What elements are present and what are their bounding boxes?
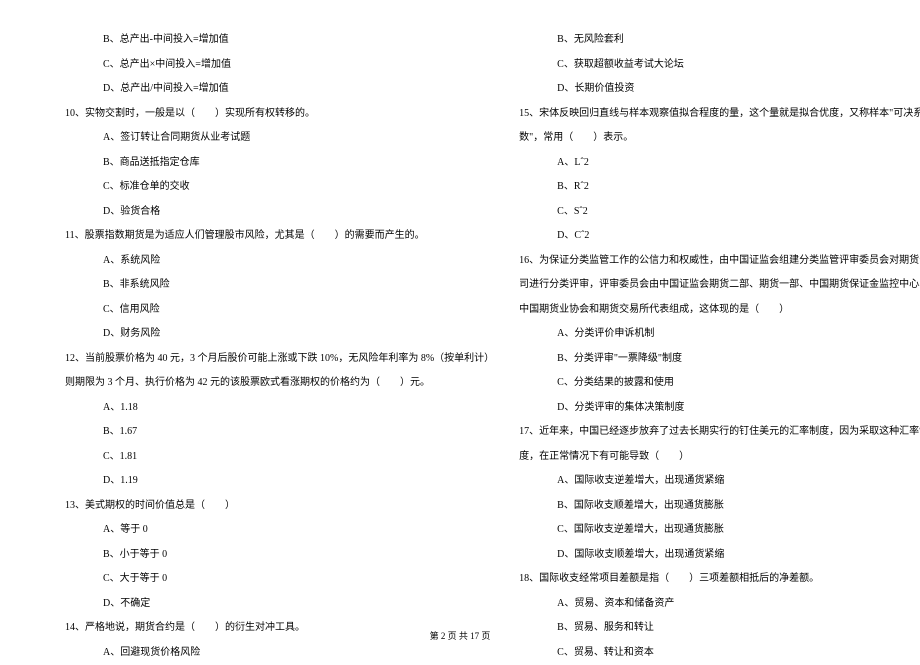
q9-option-b: B、总产出-中间投入=增加值 [65, 28, 494, 53]
q16-option-a: A、分类评价申诉机制 [519, 322, 920, 347]
q13-option-d: D、不确定 [65, 592, 494, 617]
q10-option-c: C、标准仓单的交收 [65, 175, 494, 200]
left-column: B、总产出-中间投入=增加值 C、总产出×中间投入=增加值 D、总产出/中间投入… [0, 28, 494, 665]
q12-text: 12、当前股票价格为 40 元，3 个月后股价可能上涨或下跌 10%，无风险年利… [65, 347, 494, 372]
q12-option-a: A、1.18 [65, 396, 494, 421]
q10-option-d: D、验货合格 [65, 200, 494, 225]
q16-text: 16、为保证分类监管工作的公信力和权威性，由中国证监会组建分类监管评审委员会对期… [519, 249, 920, 274]
page-container: B、总产出-中间投入=增加值 C、总产出×中间投入=增加值 D、总产出/中间投入… [0, 28, 920, 665]
q15-text: 15、宋体反映回归直线与样本观察值拟合程度的量，这个量就是拟合优度，又称样本"可… [519, 102, 920, 127]
q15-option-b: B、Rˆ2 [519, 175, 920, 200]
right-column: B、无风险套利 C、获取超额收益考试大论坛 D、长期价值投资 15、宋体反映回归… [519, 28, 920, 665]
q16-option-d: D、分类评审的集体决策制度 [519, 396, 920, 421]
q12-option-d: D、1.19 [65, 469, 494, 494]
q13-text: 13、美式期权的时间价值总是（ ） [65, 494, 494, 519]
page-footer: 第 2 页 共 17 页 [0, 629, 920, 642]
q11-option-a: A、系统风险 [65, 249, 494, 274]
q11-option-c: C、信用风险 [65, 298, 494, 323]
q12-option-b: B、1.67 [65, 420, 494, 445]
q16-option-c: C、分类结果的披露和使用 [519, 371, 920, 396]
q15-option-c: C、Sˆ2 [519, 200, 920, 225]
q13-option-c: C、大于等于 0 [65, 567, 494, 592]
q14-option-a: A、回避现货价格风险 [65, 641, 494, 665]
q16-continuation-1: 司进行分类评审，评审委员会由中国证监会期货二部、期货一部、中国期货保证金监控中心… [519, 273, 920, 298]
q17-option-d: D、国际收支顺差增大，出现通货紧缩 [519, 543, 920, 568]
q11-option-b: B、非系统风险 [65, 273, 494, 298]
q9-option-c: C、总产出×中间投入=增加值 [65, 53, 494, 78]
q17-option-a: A、国际收支逆差增大，出现通货紧缩 [519, 469, 920, 494]
q15-continuation: 数"，常用（ ）表示。 [519, 126, 920, 151]
q10-text: 10、实物交割时，一般是以（ ）实现所有权转移的。 [65, 102, 494, 127]
q18-option-c: C、贸易、转让和资本 [519, 641, 920, 665]
q13-option-a: A、等于 0 [65, 518, 494, 543]
q12-continuation: 则期限为 3 个月、执行价格为 42 元的该股票欧式看涨期权的价格约为（ ）元。 [65, 371, 494, 396]
q18-text: 18、国际收支经常项目差额是指（ ）三项差额相抵后的净差额。 [519, 567, 920, 592]
q13-option-b: B、小于等于 0 [65, 543, 494, 568]
q14-option-d: D、长期价值投资 [519, 77, 920, 102]
q17-option-c: C、国际收支逆差增大，出现通货膨胀 [519, 518, 920, 543]
q10-option-b: B、商品送抵指定仓库 [65, 151, 494, 176]
q14-option-b: B、无风险套利 [519, 28, 920, 53]
q16-option-b: B、分类评审"一票降级"制度 [519, 347, 920, 372]
q17-text: 17、近年来，中国已经逐步放弃了过去长期实行的钉住美元的汇率制度，因为采取这种汇… [519, 420, 920, 445]
q11-text: 11、股票指数期货是为适应人们管理股市风险，尤其是（ ）的需要而产生的。 [65, 224, 494, 249]
q17-continuation: 度，在正常情况下有可能导致（ ） [519, 445, 920, 470]
q17-option-b: B、国际收支顺差增大，出现通货膨胀 [519, 494, 920, 519]
q15-option-a: A、Lˆ2 [519, 151, 920, 176]
q10-option-a: A、签订转让合同期货从业考试题 [65, 126, 494, 151]
q15-option-d: D、Cˆ2 [519, 224, 920, 249]
q11-option-d: D、财务风险 [65, 322, 494, 347]
q9-option-d: D、总产出/中间投入=增加值 [65, 77, 494, 102]
q18-option-a: A、贸易、资本和储备资产 [519, 592, 920, 617]
q12-option-c: C、1.81 [65, 445, 494, 470]
q16-continuation-2: 中国期货业协会和期货交易所代表组成，这体现的是（ ） [519, 298, 920, 323]
q14-option-c: C、获取超额收益考试大论坛 [519, 53, 920, 78]
